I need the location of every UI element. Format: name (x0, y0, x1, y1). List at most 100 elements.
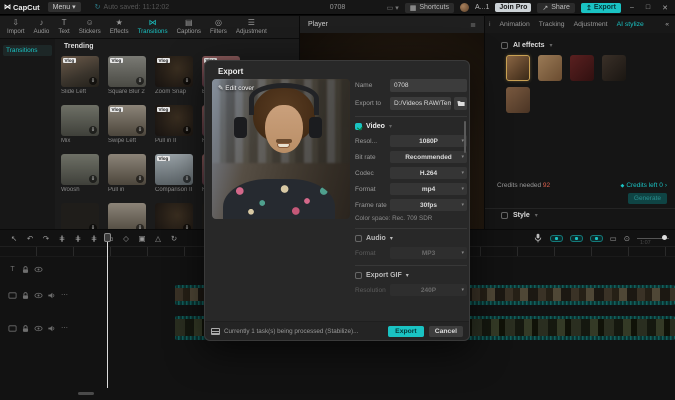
collapse-panel-icon[interactable]: « (665, 21, 669, 28)
join-pro-badge[interactable]: Join Pro (495, 3, 531, 12)
chevron-down-icon[interactable]: ▾ (406, 272, 409, 279)
minimize-button[interactable]: – (627, 4, 637, 11)
timeline-tool-icon[interactable]: ↖ (6, 234, 22, 243)
snap-toggle-icon[interactable] (550, 235, 563, 242)
playhead-handle[interactable] (104, 233, 111, 242)
timeline-tool-icon[interactable]: ↷ (38, 234, 54, 243)
transition-card[interactable]: Vlog ⇩ Comparison II (155, 154, 193, 198)
toolbar-item[interactable]: ☰ Adjustment (236, 19, 267, 35)
toolbar-item[interactable]: T Text (58, 19, 69, 35)
transition-card[interactable]: Vlog ⇩ Swipe Left (108, 105, 146, 149)
toolbar-item[interactable]: ⋈ Transitions (138, 19, 168, 35)
playhead-line[interactable] (107, 235, 108, 388)
setting-dropdown[interactable]: H.264 ▾ (390, 167, 467, 179)
ai-effect-thumbnail[interactable] (602, 55, 626, 81)
speaker-icon[interactable] (47, 324, 56, 333)
setting-dropdown[interactable]: 1080P ▾ (390, 135, 467, 147)
zoom-out-icon[interactable]: ⊙ (624, 234, 630, 243)
lock-icon[interactable] (21, 291, 30, 300)
timeline-tool-icon[interactable]: ↻ (166, 234, 182, 243)
transition-card[interactable]: ⇩ Mix (61, 105, 99, 149)
toolbar-item[interactable]: ★ Effects (110, 19, 129, 35)
speaker-icon[interactable] (47, 291, 56, 300)
edit-cover-button[interactable]: ✎ Edit cover (218, 84, 254, 92)
properties-tab[interactable]: Adjustment (574, 21, 608, 28)
preview-axis-toggle-icon[interactable] (590, 235, 603, 242)
timeline-tool-icon[interactable]: ⋕ (70, 234, 86, 243)
close-button[interactable]: ✕ (659, 4, 671, 12)
dialog-cancel-button[interactable]: Cancel (429, 326, 463, 337)
toolbar-item[interactable]: ⇩ Import (7, 19, 25, 35)
generate-button[interactable]: Generate (628, 193, 667, 204)
eye-icon[interactable] (34, 265, 43, 274)
audio-format-dropdown[interactable]: MP3 ▾ (390, 247, 467, 259)
player-menu-icon[interactable]: ≣ (470, 21, 476, 29)
transition-card[interactable]: Vlog ⇩ Square Blur 2 (108, 56, 146, 100)
more-options-icon[interactable]: ⋯ (60, 291, 69, 300)
toolbar-item[interactable]: ☺ Stickers (79, 19, 101, 35)
ai-effect-thumbnail[interactable] (570, 55, 594, 81)
gif-checkbox[interactable] (355, 272, 362, 279)
export-to-input[interactable]: D:/Videos RAW/Temi... (390, 97, 451, 110)
toolbar-item[interactable]: ▤ Captions (177, 19, 201, 35)
avatar[interactable] (460, 3, 469, 12)
properties-tab[interactable]: Animation (500, 21, 530, 28)
dialog-export-button[interactable]: Export (388, 326, 424, 337)
cover-preview[interactable]: ✎ Edit cover (212, 79, 350, 219)
timeline-zoom-slider[interactable] (637, 238, 669, 239)
microphone-icon[interactable] (533, 233, 543, 243)
shortcuts-button[interactable]: ▦ Shortcuts (405, 3, 454, 13)
lock-icon[interactable] (21, 324, 30, 333)
zoom-slider-handle[interactable] (662, 235, 667, 240)
transition-card[interactable]: ⇩ (61, 203, 99, 229)
gif-resolution-dropdown[interactable]: 240P ▾ (390, 284, 467, 296)
chevron-down-icon[interactable]: ▾ (550, 42, 553, 49)
browse-folder-button[interactable] (454, 97, 467, 110)
ai-effects-checkbox[interactable] (501, 42, 508, 49)
video-checkbox[interactable] (355, 123, 362, 130)
credits-left[interactable]: ◆ Credits left 0 › (620, 182, 667, 189)
ai-effect-thumbnail[interactable] (538, 55, 562, 81)
eye-icon[interactable] (34, 324, 43, 333)
maximize-button[interactable]: □ (643, 4, 653, 11)
chevron-down-icon[interactable]: ▾ (389, 123, 392, 130)
transition-card[interactable]: Vlog ⇩ Slide Left (61, 56, 99, 100)
eye-icon[interactable] (34, 291, 43, 300)
timeline-tool-icon[interactable]: ◇ (118, 234, 134, 243)
menu-button[interactable]: Menu ▾ (48, 2, 81, 12)
setting-dropdown[interactable]: Recommended ▾ (390, 151, 467, 163)
cover-view-icon[interactable]: ▭ (610, 234, 617, 243)
transition-card[interactable]: Vlog ⇩ Pull in II (155, 105, 193, 149)
transition-card[interactable]: ⇩ (108, 203, 146, 229)
timeline-tool-icon[interactable]: ▣ (134, 234, 150, 243)
display-ratio-icon[interactable]: ▭ ▾ (387, 4, 399, 12)
ai-effect-thumbnail[interactable] (506, 87, 530, 113)
properties-tab[interactable]: Tracking (539, 21, 565, 28)
export-button-top[interactable]: ↥ Export (581, 3, 621, 13)
properties-tab[interactable]: AI stylize (617, 21, 644, 28)
timeline-tool-icon[interactable]: ⋕ (86, 234, 102, 243)
transition-card[interactable]: ⇩ Woosh (61, 154, 99, 198)
more-options-icon[interactable]: ⋯ (60, 324, 69, 333)
chevron-down-icon[interactable]: ▾ (390, 235, 393, 242)
link-toggle-icon[interactable] (570, 235, 583, 242)
name-input[interactable]: 0708 (390, 79, 467, 92)
chevron-down-icon[interactable]: ▾ (535, 212, 538, 219)
timeline-horizontal-scrollbar[interactable] (78, 392, 94, 395)
audio-checkbox[interactable] (355, 235, 362, 242)
share-button[interactable]: ↗ Share (537, 3, 575, 13)
transition-card[interactable]: Vlog ⇩ Zoom Snap (155, 56, 193, 100)
setting-dropdown[interactable]: 30fps ▾ (390, 199, 467, 211)
tab-partial[interactable]: i (489, 21, 491, 28)
timeline-tool-icon[interactable]: △ (150, 234, 166, 243)
transition-card[interactable]: ⇩ Pull in (108, 154, 146, 198)
toolbar-item[interactable]: ♪ Audio (34, 19, 50, 35)
sidebar-item-transitions[interactable]: Transitions (3, 45, 52, 56)
timeline-tool-icon[interactable]: ⋕ (54, 234, 70, 243)
transition-card[interactable]: ⇩ (155, 203, 193, 229)
setting-dropdown[interactable]: mp4 ▾ (390, 183, 467, 195)
timeline-tool-icon[interactable]: ↶ (22, 234, 38, 243)
lock-icon[interactable] (21, 265, 30, 274)
style-checkbox[interactable] (501, 212, 508, 219)
toolbar-item[interactable]: ◎ Filters (210, 19, 227, 35)
